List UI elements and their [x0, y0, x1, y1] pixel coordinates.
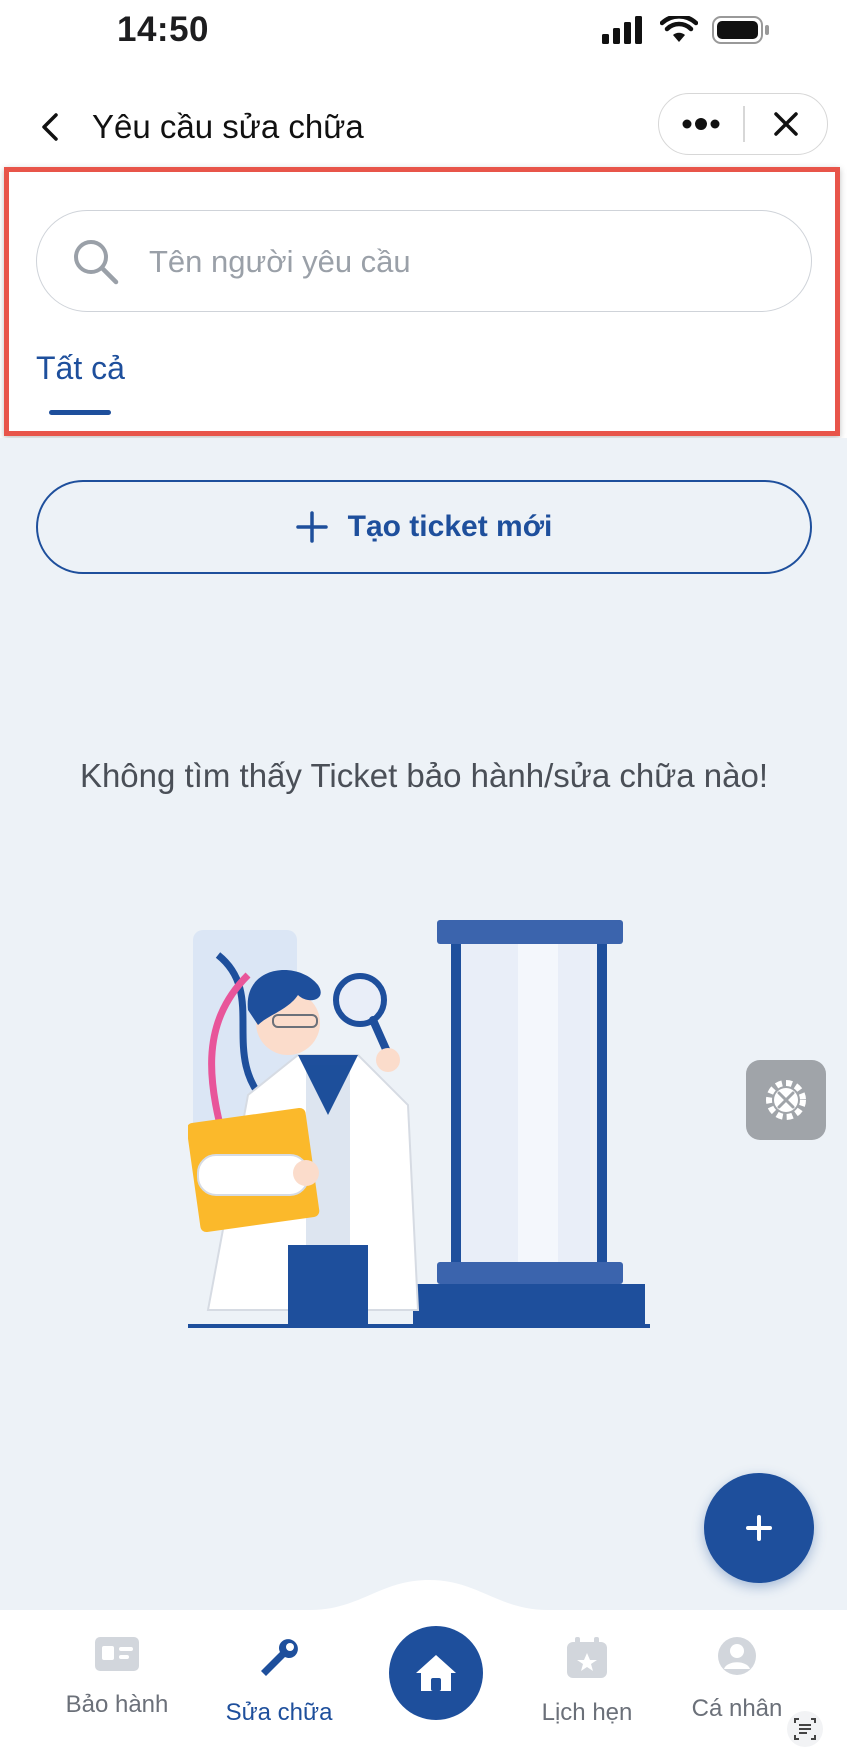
empty-state-illustration [188, 920, 650, 1328]
status-time: 14:50 [117, 10, 210, 49]
tab-label: Bảo hành [65, 1691, 169, 1718]
create-ticket-button[interactable]: Tạo ticket mới [36, 480, 812, 574]
user-icon [718, 1637, 756, 1675]
mini-app-capsule [658, 93, 828, 155]
home-icon [416, 1655, 456, 1691]
bottom-tab-bar: Bảo hành Sửa chữa Lịch hẹn Cá nhân [0, 1580, 858, 1760]
floating-add-button[interactable] [704, 1473, 814, 1583]
plus-icon [746, 1515, 772, 1541]
tab-active-indicator [49, 410, 111, 415]
close-icon [773, 112, 798, 136]
tab-home[interactable] [389, 1626, 483, 1720]
tab-bao-hanh[interactable]: Bảo hành [42, 1636, 192, 1719]
create-ticket-label: Tạo ticket mới [347, 510, 553, 543]
wifi-icon [660, 16, 698, 42]
status-bar: 14:50 [0, 0, 858, 70]
nav-bar: Yêu cầu sửa chữa [0, 80, 858, 170]
tab-all[interactable]: Tất cả [36, 350, 125, 387]
search-bar[interactable] [36, 210, 812, 312]
empty-state-message: Không tìm thấy Ticket bảo hành/sửa chữa … [79, 757, 769, 794]
close-button[interactable] [745, 94, 827, 154]
floating-settings-button[interactable] [746, 1060, 826, 1140]
more-dots-icon [682, 118, 720, 130]
tab-sua-chua[interactable]: Sửa chữa [204, 1636, 354, 1727]
status-icons [602, 16, 770, 44]
scan-text-icon[interactable] [786, 1710, 824, 1748]
tab-lich-hen[interactable]: Lịch hẹn [512, 1636, 662, 1727]
more-button[interactable] [659, 94, 743, 154]
signal-icon [602, 16, 642, 44]
tab-label: Sửa chữa [225, 1699, 333, 1726]
wrench-icon [261, 1639, 298, 1676]
battery-icon [712, 16, 769, 44]
tab-label: Lịch hẹn [541, 1699, 633, 1726]
search-input[interactable] [147, 235, 751, 289]
calendar-star-icon [567, 1637, 607, 1678]
settings-tools-icon [766, 1080, 806, 1120]
search-icon [74, 240, 119, 285]
back-arrow-icon[interactable] [36, 110, 66, 144]
page-title: Yêu cầu sửa chữa [92, 108, 364, 145]
id-card-icon [95, 1637, 139, 1671]
plus-icon [295, 511, 328, 543]
